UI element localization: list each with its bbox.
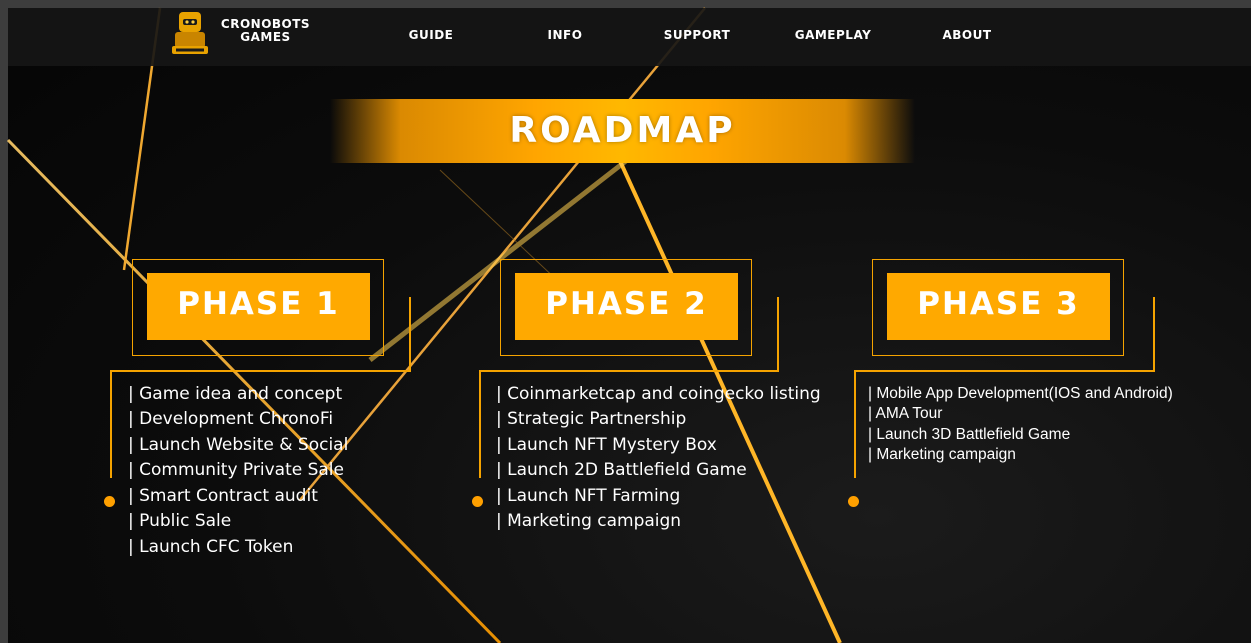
phase-1-item: | Development ChronoFi: [128, 409, 334, 429]
phase-2-item: | Coinmarketcap and coingecko listing: [496, 384, 821, 404]
phase-2-item: | Strategic Partnership: [496, 409, 687, 429]
phase-2-item: | Launch NFT Farming: [496, 486, 681, 506]
phase-3-item: | Marketing campaign: [868, 446, 1016, 463]
phase-2-item: | Marketing campaign: [496, 511, 682, 531]
phase-3-item: | Launch 3D Battlefield Game: [868, 426, 1071, 443]
nav-link-gameplay[interactable]: GAMEPLAY: [795, 28, 872, 42]
brand-name[interactable]: CRONOBOTS GAMES: [218, 18, 313, 44]
phase-1-item: | Smart Contract audit: [128, 486, 318, 506]
phase-2-item: | Launch NFT Mystery Box: [496, 435, 717, 455]
phase-1-timeline-dot: [104, 496, 115, 507]
phase-2-title: PHASE 2: [545, 286, 708, 322]
phase-2-bracket: [479, 370, 481, 478]
phase-2-timeline-dot: [472, 496, 483, 507]
phase-1-item: | Community Private Sale: [128, 460, 344, 480]
phase-3-item: | Mobile App Development(IOS and Android…: [868, 385, 1173, 402]
phase-3-item: | AMA Tour: [868, 405, 943, 422]
nav-link-support[interactable]: SUPPORT: [664, 28, 731, 42]
nav-link-about[interactable]: ABOUT: [942, 28, 991, 42]
phase-2-bracket: [777, 297, 779, 372]
phase-1-item: | Game idea and concept: [128, 384, 343, 404]
brand-line-2: GAMES: [240, 30, 291, 44]
phase-1-title: PHASE 1: [177, 286, 340, 322]
phase-3-bracket: [854, 370, 856, 478]
phase-1-item: | Launch CFC Token: [128, 537, 294, 557]
phase-3-bracket: [1153, 297, 1155, 372]
phase-1-bracket: [409, 297, 411, 372]
nav-link-info[interactable]: INFO: [548, 28, 583, 42]
robot-mascot-icon[interactable]: [168, 10, 212, 58]
phase-1-bracket: [110, 370, 411, 372]
phase-3-timeline-dot: [848, 496, 859, 507]
phase-1-bracket: [110, 370, 112, 478]
phase-3-title: PHASE 3: [917, 286, 1080, 322]
phase-3-bracket: [854, 370, 1155, 372]
phase-1-item: | Launch Website & Social: [128, 435, 349, 455]
phase-1-item: | Public Sale: [128, 511, 232, 531]
roadmap-title: ROADMAP: [509, 110, 736, 151]
phase-2-bracket: [479, 370, 779, 372]
phase-2-item: | Launch 2D Battlefield Game: [496, 460, 747, 480]
nav-link-guide[interactable]: GUIDE: [409, 28, 454, 42]
